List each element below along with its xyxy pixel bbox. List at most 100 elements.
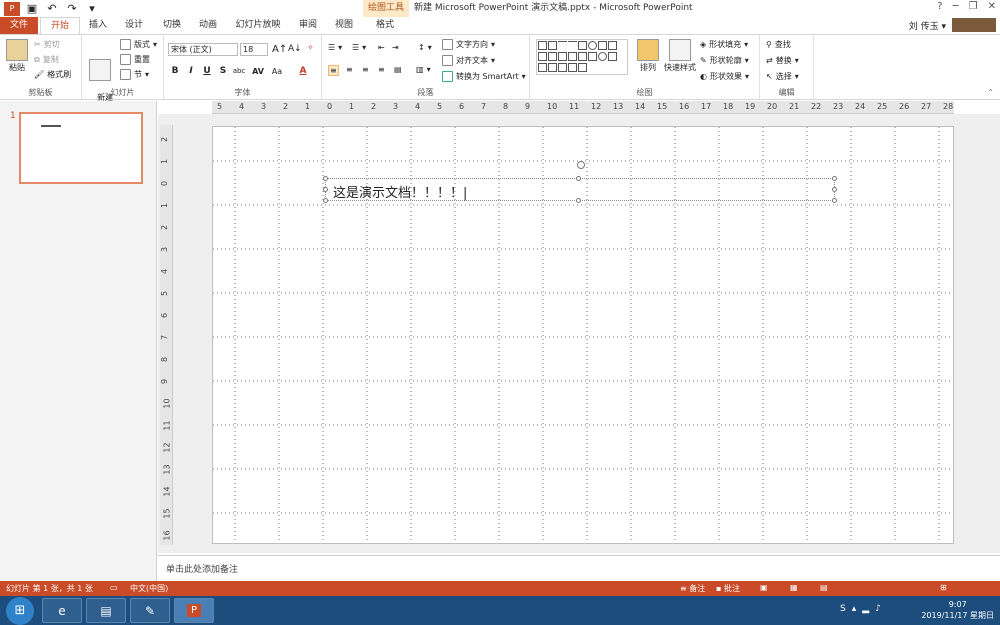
find-button[interactable]: ⚲ 查找 — [766, 39, 791, 50]
replace-button[interactable]: ⇄ 替换 ▾ — [766, 55, 799, 66]
align-center-icon[interactable]: ≡ — [346, 65, 353, 74]
shape-line-icon[interactable] — [568, 41, 577, 50]
shadow-button[interactable]: abc — [230, 65, 248, 78]
tab-review[interactable]: 审阅 — [296, 17, 320, 34]
shape-elbow-icon[interactable] — [548, 52, 557, 61]
textbox-content[interactable]: 这是演示文档！！！！| — [333, 182, 467, 201]
tray-expand-icon[interactable]: ▴ — [852, 604, 857, 614]
shape-fill-button[interactable]: ◈ 形状填充 ▾ — [700, 39, 748, 50]
volume-icon[interactable]: ♪ — [875, 604, 881, 614]
reset-button[interactable]: 重置 — [120, 54, 150, 65]
tab-home[interactable]: 开始 — [40, 17, 80, 35]
shrink-font-icon[interactable]: A↓ — [288, 44, 302, 54]
shape-more-icon[interactable] — [598, 41, 607, 50]
select-button[interactable]: ↖ 选择 ▾ — [766, 71, 799, 82]
shape-star-icon[interactable] — [568, 63, 577, 72]
close-button[interactable]: ✕ — [988, 1, 996, 12]
shape-oval-icon[interactable] — [588, 41, 597, 50]
bold-button[interactable]: B — [168, 65, 182, 78]
text-box[interactable]: 这是演示文档！！！！| — [323, 176, 837, 203]
rotate-handle[interactable] — [577, 161, 585, 169]
clock[interactable]: 9:07 2019/11/17 星期日 — [921, 599, 994, 621]
line-spacing-button[interactable]: ↕ ▾ — [418, 43, 432, 52]
save-icon[interactable]: ▣ — [24, 2, 40, 16]
taskbar-powerpoint-icon[interactable]: P — [174, 598, 214, 623]
comments-toggle[interactable]: ▪ 批注 — [716, 583, 740, 594]
shapes-gallery[interactable] — [536, 39, 628, 75]
shape-curve-icon[interactable] — [608, 52, 617, 61]
user-account[interactable]: 刘 传玉 ▾ — [909, 18, 996, 32]
quick-styles-button[interactable]: 快速样式 — [662, 39, 698, 73]
resize-handle[interactable] — [576, 198, 581, 203]
shape-effects-button[interactable]: ◐ 形状效果 ▾ — [700, 71, 749, 82]
paste-button[interactable]: 粘贴 — [4, 39, 30, 73]
horizontal-ruler[interactable]: 5 4 3 2 1 0 1 2 3 4 5 6 7 8 9 10 11 12 13 14 15 16 17 18 19 20 21 2… — [212, 101, 954, 114]
taskbar-explorer-icon[interactable]: ▤ — [86, 598, 126, 623]
tab-file[interactable]: 文件 — [0, 17, 38, 34]
tab-format[interactable]: 格式 — [373, 17, 397, 34]
undo-icon[interactable]: ↶ — [44, 2, 60, 16]
notes-toggle[interactable]: ≡ 备注 — [680, 583, 705, 594]
font-name-select[interactable]: 宋体 (正文) — [168, 43, 238, 56]
copy-button[interactable]: ⧉ 复制 — [34, 54, 59, 65]
shape-rect-icon[interactable] — [578, 41, 587, 50]
resize-handle[interactable] — [323, 198, 328, 203]
fit-slide-icon[interactable]: ⊞ — [940, 583, 947, 592]
align-right-icon[interactable]: ≡ — [362, 65, 369, 74]
shape-rect-icon[interactable] — [608, 41, 617, 50]
distributed-icon[interactable]: ▤ — [394, 65, 402, 74]
tab-view[interactable]: 视图 — [332, 17, 356, 34]
cut-button[interactable]: ✂ 剪切 — [34, 39, 60, 50]
restore-button[interactable]: ❐ — [969, 1, 978, 12]
text-direction-button[interactable]: 文字方向 ▾ — [442, 39, 495, 50]
normal-view-icon[interactable]: ▣ — [760, 583, 768, 592]
collapse-ribbon-icon[interactable]: ⌃ — [987, 88, 994, 97]
language-status[interactable]: 中文(中国) — [130, 583, 168, 594]
resize-handle[interactable] — [323, 187, 328, 192]
increase-indent-icon[interactable]: ⇥ — [392, 43, 399, 52]
columns-button[interactable]: ▥ ▾ — [416, 65, 431, 74]
resize-handle[interactable] — [323, 176, 328, 181]
shape-brace-icon[interactable] — [548, 63, 557, 72]
shape-brace-icon[interactable] — [558, 63, 567, 72]
reading-view-icon[interactable]: ▤ — [820, 583, 828, 592]
layout-button[interactable]: 版式 ▾ — [120, 39, 157, 50]
shape-arrow-icon[interactable] — [568, 52, 577, 61]
resize-handle[interactable] — [832, 176, 837, 181]
change-case-button[interactable]: Aa — [269, 65, 285, 78]
tab-transitions[interactable]: 切换 — [160, 17, 184, 34]
character-spacing-button[interactable]: AV — [250, 65, 266, 78]
section-button[interactable]: 节 ▾ — [120, 69, 149, 80]
tab-slideshow[interactable]: 幻灯片放映 — [234, 17, 282, 34]
shape-more-icon[interactable] — [578, 63, 587, 72]
tab-insert[interactable]: 插入 — [86, 17, 110, 34]
shape-arrow-icon[interactable] — [578, 52, 587, 61]
shape-more-icon[interactable] — [588, 52, 597, 61]
clear-formatting-icon[interactable]: ✧ — [307, 43, 314, 52]
start-button[interactable]: ⊞ — [6, 597, 34, 625]
tab-design[interactable]: 设计 — [122, 17, 146, 34]
taskbar-ie-icon[interactable]: e — [42, 598, 82, 623]
slide-thumbnail[interactable] — [19, 112, 143, 184]
customize-qat-icon[interactable]: ▾ — [84, 2, 100, 16]
shape-line-icon[interactable] — [558, 41, 567, 50]
justify-icon[interactable]: ≡ — [378, 65, 385, 74]
italic-button[interactable]: I — [184, 65, 198, 78]
resize-handle[interactable] — [832, 187, 837, 192]
shape-textbox-icon[interactable] — [538, 41, 547, 50]
decrease-indent-icon[interactable]: ⇤ — [378, 43, 385, 52]
spellcheck-icon[interactable]: ▭ — [110, 583, 118, 592]
slide-sorter-icon[interactable]: ▦ — [790, 583, 798, 592]
arrange-button[interactable]: 排列 — [636, 39, 660, 73]
shape-triangle-icon[interactable] — [538, 52, 547, 61]
minimize-button[interactable]: ─ — [953, 1, 959, 12]
notes-pane[interactable]: 单击此处添加备注 — [158, 555, 1000, 580]
tab-animations[interactable]: 动画 — [196, 17, 220, 34]
taskbar-app-icon[interactable]: ✎ — [130, 598, 170, 623]
shape-star-icon[interactable] — [598, 52, 607, 61]
help-button[interactable]: ? — [937, 1, 942, 12]
bullets-button[interactable]: ☰ ▾ — [328, 43, 342, 52]
resize-handle[interactable] — [576, 176, 581, 181]
shape-elbow-icon[interactable] — [558, 52, 567, 61]
underline-button[interactable]: U — [200, 65, 214, 78]
